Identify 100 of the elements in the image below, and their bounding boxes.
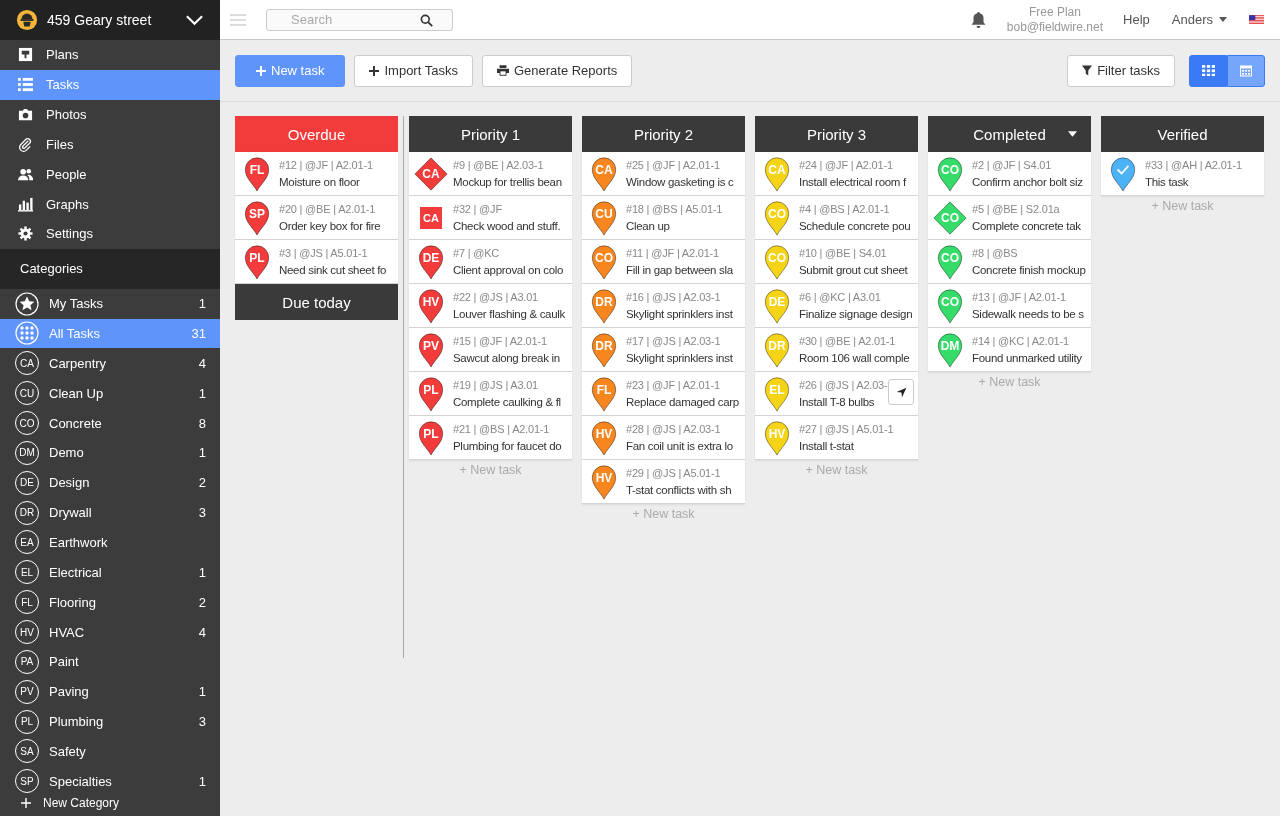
task-title: Confirm anchor bolt siz — [972, 176, 1083, 188]
category-item[interactable]: SA Safety — [0, 736, 220, 767]
task-card[interactable]: DR #17 | @JS | A2.03-1 Skylight sprinklers inst — [582, 328, 745, 372]
locate-button[interactable] — [888, 379, 914, 405]
camera-icon — [18, 106, 33, 122]
task-meta: #25 | @JF | A2.01-1 — [626, 159, 721, 171]
category-item[interactable]: PA Paint — [0, 646, 220, 677]
caret-icon[interactable] — [1068, 131, 1077, 137]
nav-item[interactable]: Files — [0, 129, 220, 160]
category-item[interactable]: SP Specialties 1 — [0, 766, 220, 797]
task-card[interactable]: CA #24 | @JF | A2.01-1 Install electrical room f — [755, 152, 918, 196]
task-card[interactable]: CO #5 | @BE | S2.01a Complete concrete tak — [928, 196, 1091, 240]
generate-reports-button[interactable]: Generate Reports — [481, 54, 633, 87]
category-item[interactable]: DE Design 2 — [0, 467, 220, 498]
task-card[interactable]: DM #14 | @KC | A2.01-1 Found unmarked utility — [928, 328, 1091, 372]
task-card[interactable]: PL #3 | @JS | A5.01-1 Need sink cut sheet fo — [235, 240, 398, 284]
task-title: Plumbing for faucet do — [453, 440, 562, 452]
caret-icon — [1219, 17, 1227, 22]
lane-header: Priority 1 — [409, 116, 572, 152]
task-card[interactable]: FL #12 | @JF | A2.01-1 Moisture on floor — [235, 152, 398, 196]
task-card[interactable]: CU #18 | @BS | A5.01-1 Clean up — [582, 196, 745, 240]
category-pin: EL — [763, 375, 791, 412]
task-card[interactable]: PL #19 | @JS | A3.01 Complete caulking & fl — [409, 372, 572, 416]
nav-item[interactable]: Plans — [0, 39, 220, 70]
chevron-down-icon[interactable] — [185, 13, 204, 26]
category-item[interactable]: CA Carpentry 4 — [0, 348, 220, 379]
import-tasks-button[interactable]: Import Tasks — [354, 54, 473, 87]
flag-icon[interactable] — [1249, 14, 1264, 25]
category-item[interactable]: My Tasks 1 — [0, 288, 220, 319]
task-card[interactable]: DR #30 | @BE | A2.01-1 Room 106 wall comple — [755, 328, 918, 372]
task-card[interactable]: DR #16 | @JS | A2.03-1 Skylight sprinklers inst — [582, 284, 745, 328]
task-card[interactable]: EL #26 | @JS | A2.03- Install T-8 bulbs — [755, 372, 918, 416]
task-title: Sidewalk needs to be s — [972, 308, 1084, 320]
category-item[interactable]: DR Drywall 3 — [0, 497, 220, 528]
task-card[interactable]: HV #28 | @JS | A2.03-1 Fan coil unit is extra lo — [582, 416, 745, 460]
task-title: Sawcut along break in — [453, 352, 560, 364]
task-card[interactable]: PV #15 | @JF | A2.01-1 Sawcut along break in — [409, 328, 572, 372]
user-menu[interactable]: Anders — [1165, 12, 1233, 27]
plus-icon — [256, 65, 266, 76]
search-field[interactable]: Search — [266, 8, 453, 31]
category-label: Concrete — [49, 415, 103, 431]
task-card[interactable]: CA #9 | @BE | A2.03-1 Mockup for trellis bean — [409, 152, 572, 196]
task-card[interactable]: CO #13 | @JF | A2.01-1 Sidewalk needs to be s — [928, 284, 1091, 328]
task-card[interactable]: CO #2 | @JF | S4.01 Confirm anchor bolt siz — [928, 152, 1091, 196]
task-card[interactable]: CO #10 | @BE | S4.01 Submit grout cut sheet — [755, 240, 918, 284]
task-card[interactable]: HV #27 | @JS | A5.01-1 Install t-stat — [755, 416, 918, 460]
bell-icon[interactable] — [969, 10, 987, 29]
task-title: Replace damaged carp — [626, 396, 739, 408]
help-link[interactable]: Help — [1117, 12, 1156, 27]
category-diamond: CA — [414, 156, 448, 191]
task-card[interactable]: DE #7 | @KC Client approval on colo — [409, 240, 572, 284]
task-title: Skylight sprinklers inst — [626, 352, 733, 364]
task-count: 1 — [198, 773, 206, 789]
task-card[interactable]: CO #11 | @JF | A2.01-1 Fill in gap between sla — [582, 240, 745, 284]
task-title: This task — [1145, 176, 1190, 188]
task-card[interactable]: PL #21 | @BS | A2.01-1 Plumbing for faucet do — [409, 416, 572, 460]
lane-header: Priority 3 — [755, 116, 918, 152]
nav-item[interactable]: Photos — [0, 99, 220, 130]
task-meta: #17 | @JS | A2.03-1 — [626, 335, 722, 347]
filter-icon — [1082, 65, 1093, 76]
task-card[interactable]: HV #22 | @JS | A3.01 Louver flashing & caulk — [409, 284, 572, 328]
task-card[interactable]: SP #20 | @BE | A2.01-1 Order key box for fire — [235, 196, 398, 240]
task-card[interactable]: DE #6 | @KC | A3.01 Finalize signage design — [755, 284, 918, 328]
task-meta: #29 | @JS | A5.01-1 — [626, 467, 722, 479]
nav-item[interactable]: Settings — [0, 218, 220, 249]
category-item[interactable]: HV HVAC 4 — [0, 617, 220, 647]
category-item[interactable]: FL Flooring 2 — [0, 587, 220, 618]
category-item[interactable]: EA Earthwork — [0, 527, 220, 558]
calendar-view-button[interactable] — [1227, 54, 1265, 87]
nav-item[interactable]: People — [0, 159, 220, 190]
category-item[interactable]: CU Clean Up 1 — [0, 378, 220, 409]
category-pin: CO — [763, 199, 791, 236]
task-meta: #22 | @JS | A3.01 — [453, 291, 540, 303]
bar-chart-icon — [18, 196, 33, 212]
new-category-link[interactable]: New Category — [0, 796, 220, 816]
category-item[interactable]: PL Plumbing 3 — [0, 706, 220, 737]
task-card[interactable]: FL #23 | @JF | A2.01-1 Replace damaged carp — [582, 372, 745, 416]
task-card[interactable]: CA #25 | @JF | A2.01-1 Window gasketing is c — [582, 152, 745, 196]
task-meta: #33 | @AH | A2.01-1 — [1145, 159, 1242, 171]
category-label: Design — [49, 475, 91, 491]
category-item[interactable]: DM Demo 1 — [0, 437, 220, 468]
category-item[interactable]: PV Paving 1 — [0, 676, 220, 707]
project-header[interactable]: 459 Geary street — [0, 0, 220, 40]
filter-tasks-button[interactable]: Filter tasks — [1067, 54, 1175, 87]
nav-item[interactable]: Graphs — [0, 189, 220, 219]
task-title: Clean up — [626, 220, 671, 232]
task-card[interactable]: #33 | @AH | A2.01-1 This task — [1101, 152, 1264, 196]
task-title: Install t-stat — [799, 440, 855, 452]
people-icon — [18, 166, 33, 182]
grid-view-button[interactable] — [1189, 54, 1227, 87]
task-card[interactable]: CA #32 | @JF Check wood and stuff. — [409, 196, 572, 240]
task-title: Install T-8 bulbs — [799, 396, 876, 408]
category-item[interactable]: EL Electrical 1 — [0, 557, 220, 588]
category-item[interactable]: CO Concrete 8 — [0, 408, 220, 438]
task-card[interactable]: CO #8 | @BS Concrete finish mockup — [928, 240, 1091, 284]
category-pin: SP — [243, 199, 271, 236]
task-count: 8 — [198, 415, 206, 431]
task-count: 3 — [198, 714, 206, 730]
task-card[interactable]: CO #4 | @BS | A2.01-1 Schedule concrete pou — [755, 196, 918, 240]
task-card[interactable]: HV #29 | @JS | A5.01-1 T-stat conflicts with sh — [582, 460, 745, 504]
